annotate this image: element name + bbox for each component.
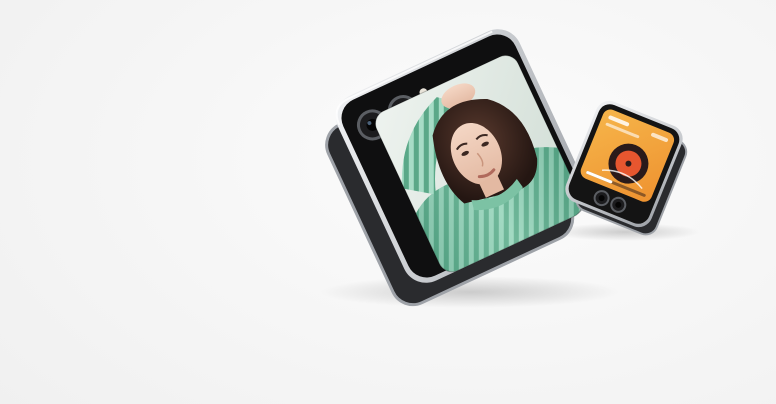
phones-illustration <box>320 29 700 308</box>
hero-banner <box>0 0 776 404</box>
large-flip-phone <box>325 29 588 307</box>
small-flip-phone <box>565 100 688 236</box>
